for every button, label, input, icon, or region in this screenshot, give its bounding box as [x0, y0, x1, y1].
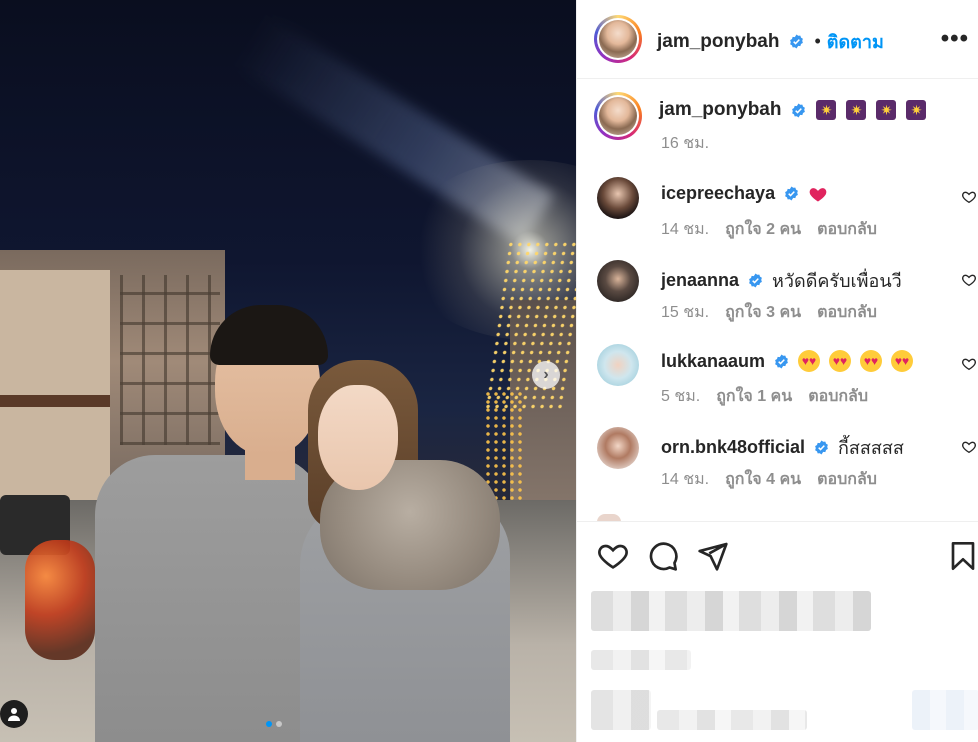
- carousel-dot: [276, 721, 282, 727]
- like-comment-heart-icon[interactable]: [961, 439, 977, 455]
- comment-time[interactable]: 15 ชม.: [661, 300, 709, 325]
- commenter-avatar[interactable]: [597, 260, 639, 302]
- heart-eyes-emoji-icon: ♥♥: [798, 350, 821, 372]
- heart-icon[interactable]: [597, 540, 629, 572]
- avatar-ring-inner: [597, 95, 639, 137]
- comment-time[interactable]: 14 ชม.: [661, 217, 709, 242]
- verified-badge-icon: [749, 273, 762, 288]
- heart-eyes-emoji-icon: ♥♥: [860, 350, 883, 372]
- verified-badge-icon: [792, 102, 806, 118]
- post-side-panel: jam_ponybah • ติดตาม ••• jam_ponybah ✷ ✷…: [576, 0, 978, 742]
- author-username[interactable]: jam_ponybah: [657, 31, 779, 53]
- like-comment-heart-icon[interactable]: [961, 356, 977, 372]
- avatar-image: [599, 20, 637, 58]
- reply-button[interactable]: ตอบกลับ: [808, 384, 868, 409]
- comment-likes[interactable]: ถูกใจ 4 คน: [725, 467, 801, 492]
- red-heart-emoji-icon: [809, 187, 827, 201]
- follow-button[interactable]: ติดตาม: [827, 27, 884, 56]
- comment-item: icepreechaya 14 ชม. ถูกใจ 2 คน ตอบกลับ: [577, 177, 978, 261]
- sparkle-emoji-icon: ✷: [816, 100, 837, 120]
- scaffolding: [120, 275, 220, 445]
- sparkle-emoji-icon: ✷: [876, 100, 897, 120]
- man-hair: [210, 305, 328, 365]
- caption-line: jam_ponybah ✷ ✷ ✷ ✷: [659, 99, 927, 121]
- caption-author-avatar[interactable]: [594, 92, 642, 140]
- bookmark-icon[interactable]: [947, 540, 978, 572]
- reply-button[interactable]: ตอบกลับ: [817, 467, 877, 492]
- commenter-avatar[interactable]: [597, 344, 639, 386]
- comment-time[interactable]: 14 ชม.: [661, 467, 709, 492]
- comment-icon[interactable]: [647, 540, 679, 572]
- comment-item: lukkanaaum ♥♥ ♥♥ ♥♥ ♥♥ 5 ชม. ถูกใจ 1 คน …: [577, 344, 978, 428]
- author-avatar[interactable]: [594, 15, 642, 63]
- reply-button[interactable]: ตอบกลับ: [817, 300, 877, 325]
- comment-line: lukkanaaum ♥♥ ♥♥ ♥♥ ♥♥: [661, 350, 914, 372]
- verified-badge-icon: [785, 186, 798, 201]
- post-photo[interactable]: ›: [0, 0, 576, 742]
- comment-input-avatar-blurred: [591, 690, 651, 730]
- comment-input-blurred[interactable]: [657, 710, 807, 730]
- comment-line: icepreechaya: [661, 183, 828, 204]
- commenter-avatar[interactable]: [597, 427, 639, 469]
- sparkle-emoji-icon: ✷: [906, 100, 927, 120]
- building-left-shophouse: [0, 270, 110, 520]
- instagram-post-view: › jam_ponybah • ติดตาม ••• jam_ponybah ✷…: [0, 0, 978, 742]
- commenter-username[interactable]: jenaanna: [661, 270, 739, 291]
- comment-line: orn.bnk48official กี้สสสสส: [661, 433, 904, 462]
- post-date-blurred: [591, 650, 691, 670]
- commenter-username[interactable]: icepreechaya: [661, 183, 775, 204]
- commenter-username[interactable]: lukkanaaum: [661, 351, 765, 372]
- carousel-dot-active: [266, 721, 272, 727]
- caption-timestamp[interactable]: 16 ชม.: [661, 131, 709, 156]
- post-button-blurred[interactable]: [912, 690, 978, 730]
- comment-meta: 14 ชม. ถูกใจ 4 คน ตอบกลับ: [661, 467, 877, 492]
- commenter-avatar[interactable]: [597, 177, 639, 219]
- verified-badge-icon: [775, 353, 788, 369]
- post-caption: jam_ponybah ✷ ✷ ✷ ✷ 16 ชม.: [577, 78, 978, 162]
- separator-dot: •: [814, 31, 821, 51]
- man-shirt: [95, 455, 325, 742]
- comment-text: กี้สสสสส: [838, 438, 904, 458]
- carousel-next-button[interactable]: ›: [532, 361, 560, 389]
- heart-eyes-emoji-icon: ♥♥: [829, 350, 852, 372]
- festival-lights-far: [484, 390, 524, 500]
- comment-meta: 15 ชม. ถูกใจ 3 คน ตอบกลับ: [661, 300, 877, 325]
- person-tag-icon: [8, 708, 20, 721]
- like-comment-heart-icon[interactable]: [961, 189, 977, 205]
- chevron-right-icon: ›: [543, 366, 549, 383]
- heart-eyes-emoji-icon: ♥♥: [891, 350, 914, 372]
- author-row: jam_ponybah • ติดตาม: [657, 27, 884, 56]
- person-tag-button[interactable]: [0, 700, 28, 728]
- comment-text: หวัดดีครับเพื่อนวี: [772, 271, 902, 291]
- comment-likes[interactable]: ถูกใจ 3 คน: [725, 300, 801, 325]
- post-header: jam_ponybah • ติดตาม •••: [577, 0, 978, 79]
- comment-meta: 5 ชม. ถูกใจ 1 คน ตอบกลับ: [661, 384, 868, 409]
- carousel-indicator: [266, 721, 282, 727]
- comment-likes[interactable]: ถูกใจ 1 คน: [716, 384, 792, 409]
- likes-count-blurred: [591, 591, 871, 631]
- verified-badge-icon: [790, 34, 804, 49]
- comment-time[interactable]: 5 ชม.: [661, 384, 700, 409]
- avatar-ring-inner: [597, 18, 639, 60]
- comment-likes[interactable]: ถูกใจ 2 คน: [725, 217, 801, 242]
- caption-author-username[interactable]: jam_ponybah: [659, 99, 781, 121]
- avatar-image: [599, 97, 637, 135]
- like-comment-heart-icon[interactable]: [961, 272, 977, 288]
- post-action-bar: [577, 521, 978, 592]
- comment-line: jenaanna หวัดดีครับเพื่อนวี: [661, 266, 902, 295]
- commenter-username[interactable]: orn.bnk48official: [661, 437, 805, 458]
- motorbike: [25, 540, 95, 660]
- sparkle-emoji-icon: ✷: [846, 100, 867, 120]
- comment-meta: 14 ชม. ถูกใจ 2 คน ตอบกลับ: [661, 217, 877, 242]
- verified-badge-icon: [815, 440, 828, 455]
- woman-face: [318, 385, 398, 490]
- reply-button[interactable]: ตอบกลับ: [817, 217, 877, 242]
- comment-item: jenaanna หวัดดีครับเพื่อนวี 15 ชม. ถูกใจ…: [577, 260, 978, 344]
- share-icon[interactable]: [697, 540, 729, 572]
- comment-item: orn.bnk48official กี้สสสสส 14 ชม. ถูกใจ …: [577, 427, 978, 511]
- more-options-button[interactable]: •••: [941, 25, 969, 53]
